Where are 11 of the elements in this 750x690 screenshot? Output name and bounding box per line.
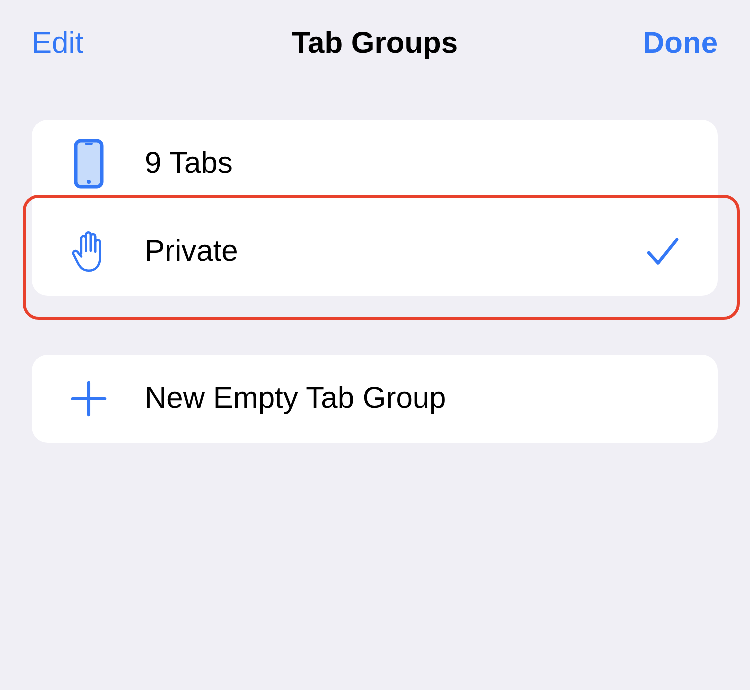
row-label: New Empty Tab Group <box>145 382 446 416</box>
done-button[interactable]: Done <box>643 27 718 61</box>
plus-icon <box>70 380 108 418</box>
screen-title: Tab Groups <box>292 27 458 61</box>
new-group-item[interactable]: New Empty Tab Group <box>32 355 718 443</box>
phone-icon <box>74 139 104 189</box>
tab-group-item[interactable]: Private <box>32 208 718 296</box>
row-label: 9 Tabs <box>145 147 233 181</box>
edit-button[interactable]: Edit <box>32 27 84 61</box>
row-label: Private <box>145 235 238 269</box>
tab-group-item[interactable]: 9 Tabs <box>32 120 718 208</box>
